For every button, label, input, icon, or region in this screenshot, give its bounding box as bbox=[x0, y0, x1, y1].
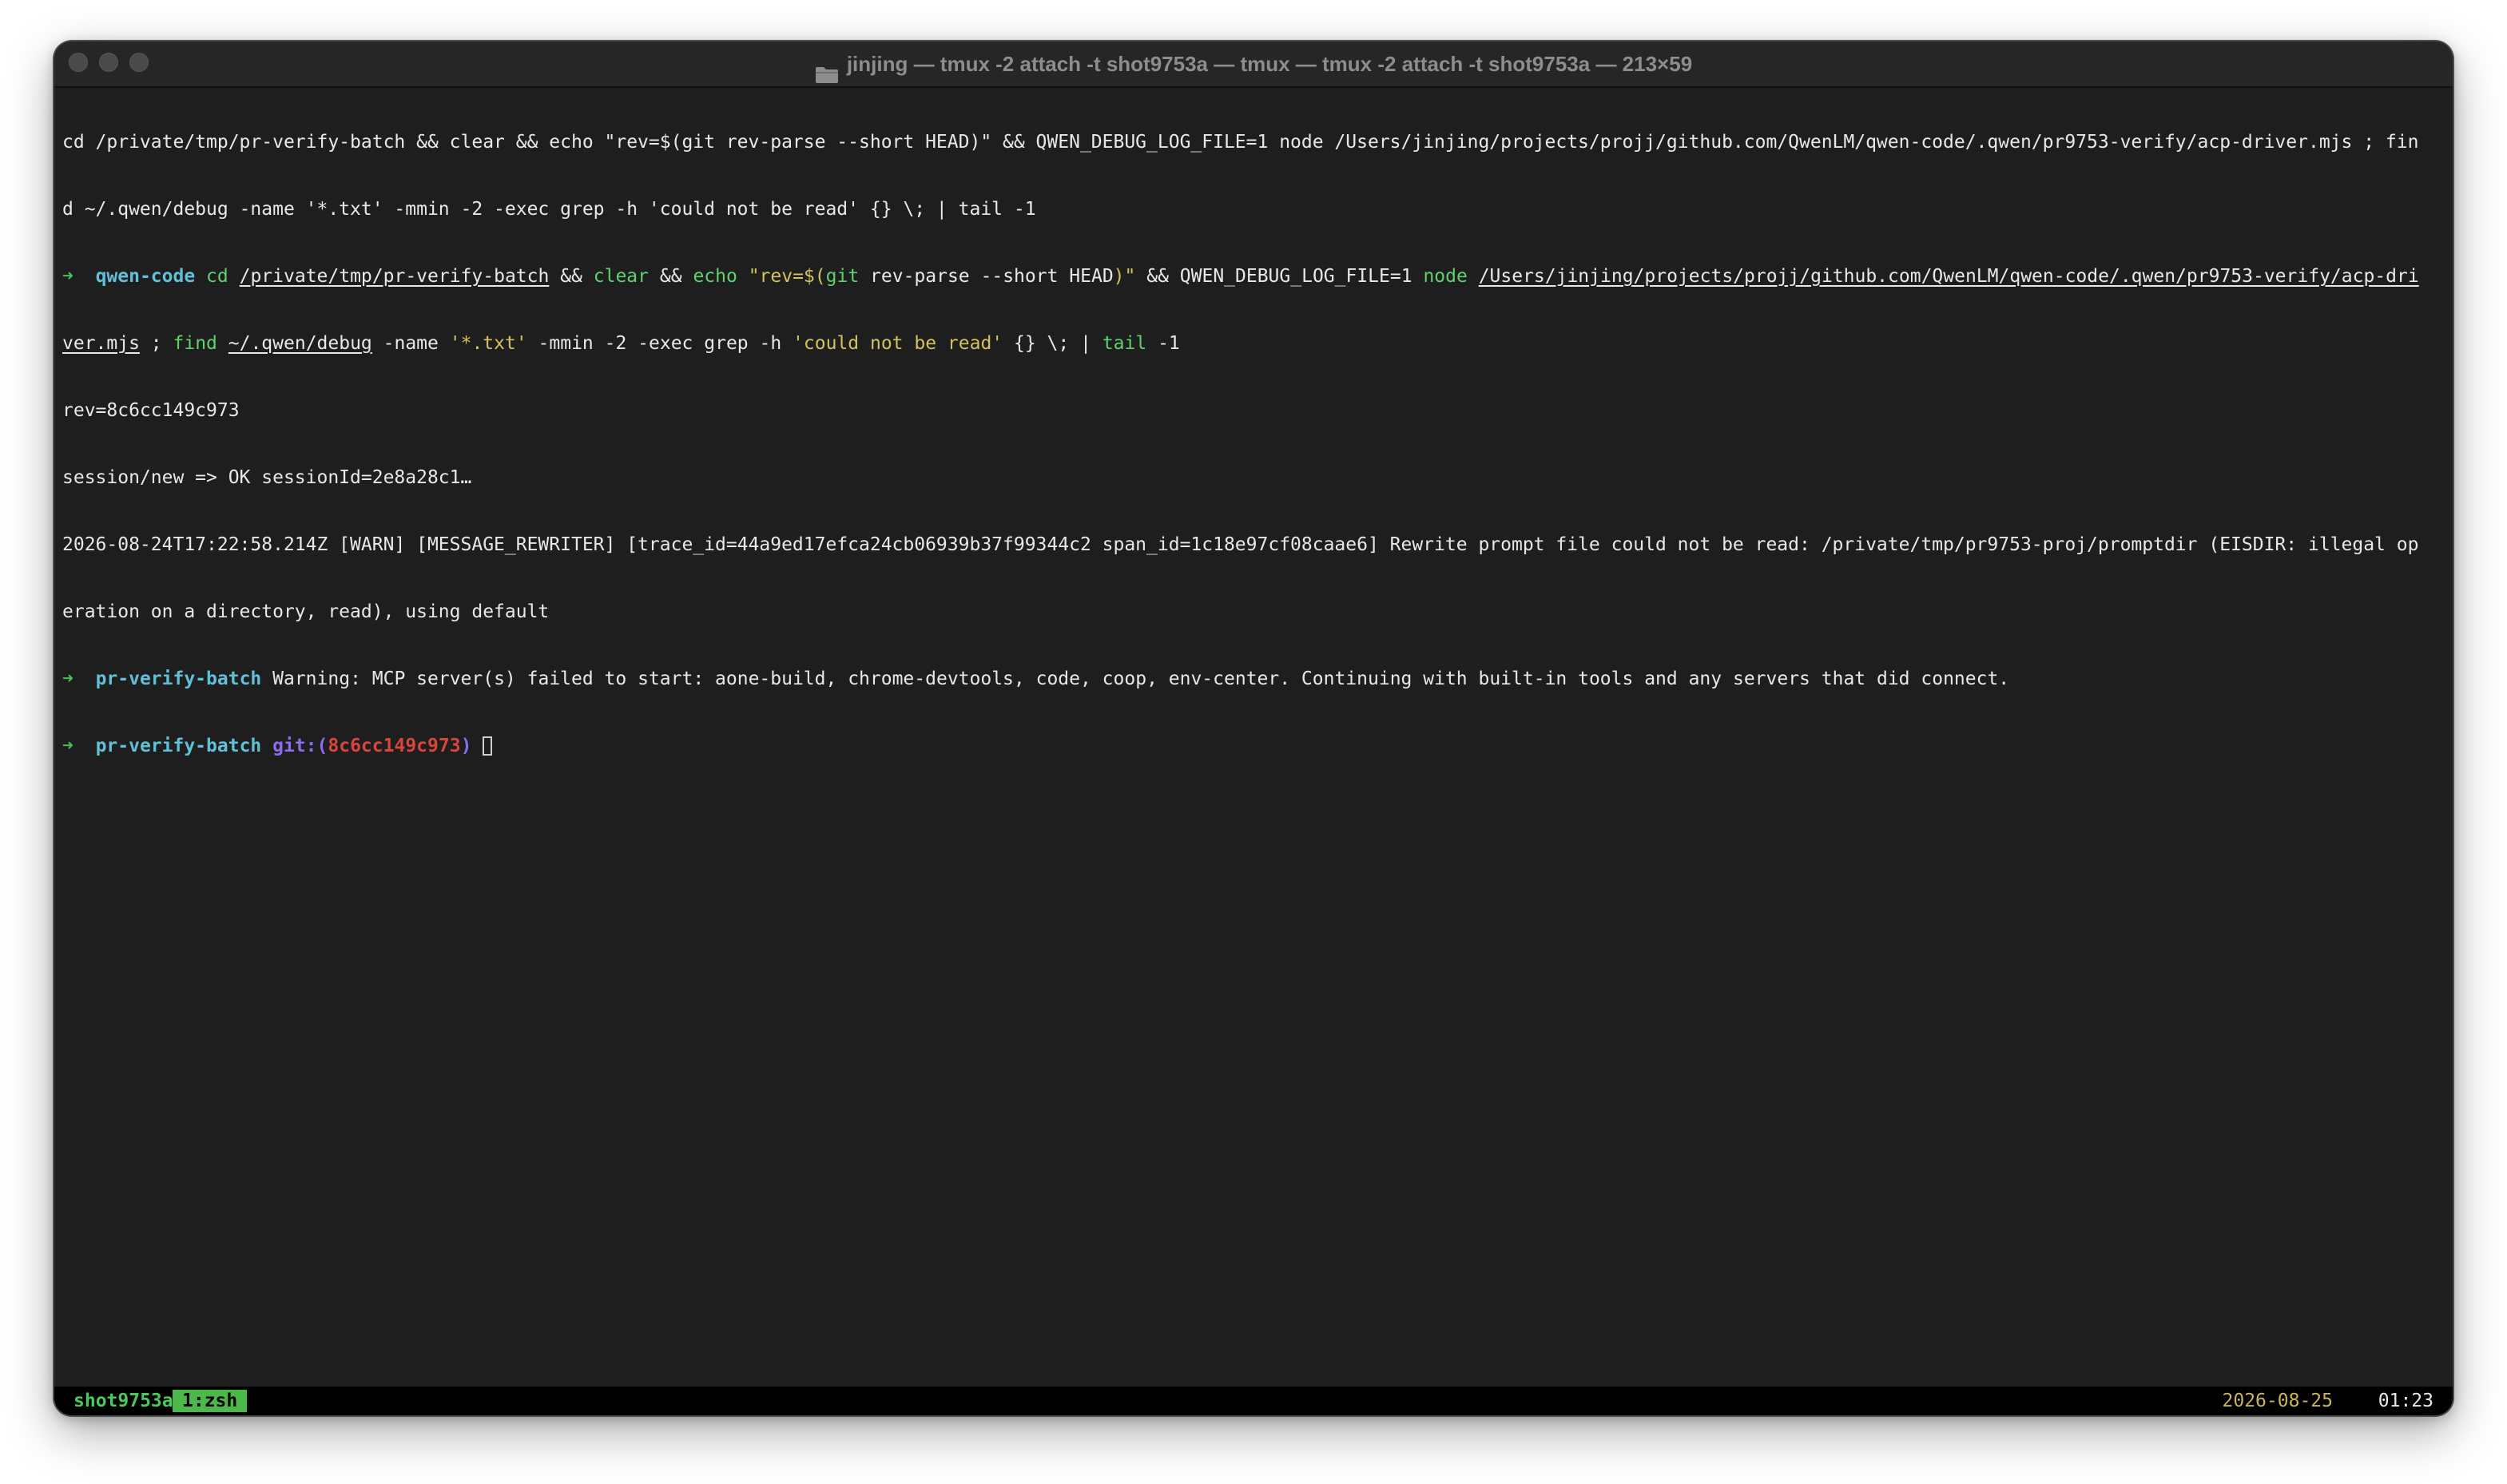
terminal-line: d ~/.qwen/debug -name '*.txt' -mmin -2 -… bbox=[62, 199, 1036, 220]
command-name: cd bbox=[206, 266, 228, 287]
prompt-arrow-icon: ➜ bbox=[62, 669, 74, 689]
prompt-arrow-icon: ➜ bbox=[62, 736, 74, 756]
terminal-line: cd /private/tmp/pr-verify-batch && clear… bbox=[62, 132, 2419, 153]
folder-icon bbox=[815, 54, 839, 84]
string-literal: 'could not be read' bbox=[793, 333, 1003, 354]
status-date: 2026-08-25 bbox=[2222, 1391, 2333, 1411]
command-name: clear bbox=[593, 266, 650, 287]
terminal-output-line: rev=8c6cc149c973 bbox=[62, 400, 240, 421]
string-literal: "rev=$( bbox=[748, 266, 826, 287]
terminal-output-line: 2026-08-24T17:22:58.214Z [WARN] [MESSAGE… bbox=[62, 534, 2419, 555]
tmux-session-name: shot9753a bbox=[74, 1391, 173, 1411]
command-name: tail bbox=[1102, 333, 1147, 354]
prompt-line: ➜ qwen-code cd /private/tmp/pr-verify-ba… bbox=[62, 265, 2445, 288]
status-time: 01:23 bbox=[2378, 1391, 2433, 1411]
string-literal: '*.txt' bbox=[449, 333, 527, 354]
git-commit-hash: 8c6cc149c973 bbox=[328, 736, 461, 756]
command-name: find bbox=[173, 333, 217, 354]
terminal-output-line: session/new => OK sessionId=2e8a28c1… bbox=[62, 467, 472, 488]
command-name: git bbox=[825, 266, 860, 287]
command-name: node bbox=[1423, 266, 1468, 287]
path-argument: ~/.qwen/debug bbox=[228, 333, 372, 354]
cursor[interactable] bbox=[483, 736, 493, 756]
prompt-directory: qwen-code bbox=[95, 266, 196, 287]
command-args: -1 bbox=[1158, 333, 1180, 354]
prompt-arrow-icon: ➜ bbox=[62, 266, 74, 287]
prompt-line-continued: ver.mjs ; find ~/.qwen/debug -name '*.tx… bbox=[62, 332, 2445, 355]
window-title-container: jinjing — tmux -2 attach -t shot9753a — … bbox=[54, 42, 2453, 86]
git-branch-label: git:( bbox=[272, 736, 328, 756]
operator: && bbox=[560, 266, 582, 287]
command-args: -name bbox=[383, 333, 439, 354]
terminal-output[interactable]: cd /private/tmp/pr-verify-batch && clear… bbox=[62, 86, 2445, 802]
env-assignment: && QWEN_DEBUG_LOG_FILE=1 bbox=[1146, 266, 1412, 287]
string-literal: )" bbox=[1113, 266, 1136, 287]
terminal-window: jinjing — tmux -2 attach -t shot9753a — … bbox=[54, 42, 2453, 1415]
tmux-window-tab[interactable]: 1:zsh bbox=[173, 1390, 248, 1412]
prompt-directory: pr-verify-batch bbox=[95, 736, 262, 756]
warning-text: Warning: MCP server(s) failed to start: … bbox=[272, 669, 2010, 689]
terminal-output-line: eration on a directory, read), using def… bbox=[62, 601, 550, 622]
operator: ; bbox=[150, 333, 162, 354]
title-bar[interactable]: jinjing — tmux -2 attach -t shot9753a — … bbox=[54, 42, 2453, 88]
path-argument: ver.mjs bbox=[62, 333, 140, 354]
git-branch-label-close: ) bbox=[460, 736, 472, 756]
command-args: {} \; | bbox=[1014, 333, 1091, 354]
path-argument: /Users/jinjing/projects/projj/github.com… bbox=[1478, 266, 2419, 287]
command-args: -mmin -2 -exec grep -h bbox=[538, 333, 782, 354]
command-name: echo bbox=[693, 266, 737, 287]
prompt-directory: pr-verify-batch bbox=[95, 669, 262, 689]
path-argument: /private/tmp/pr-verify-batch bbox=[239, 266, 550, 287]
prompt-line: ➜ pr-verify-batch Warning: MCP server(s)… bbox=[62, 668, 2445, 690]
command-args: rev-parse --short HEAD bbox=[870, 266, 1114, 287]
prompt-line-current[interactable]: ➜ pr-verify-batch git:(8c6cc149c973) bbox=[62, 735, 2445, 757]
operator: && bbox=[659, 266, 682, 287]
tmux-status-bar: shot9753a 1:zsh 2026-08-25 01:23 bbox=[54, 1387, 2453, 1415]
window-title: jinjing — tmux -2 attach -t shot9753a — … bbox=[846, 52, 1693, 76]
